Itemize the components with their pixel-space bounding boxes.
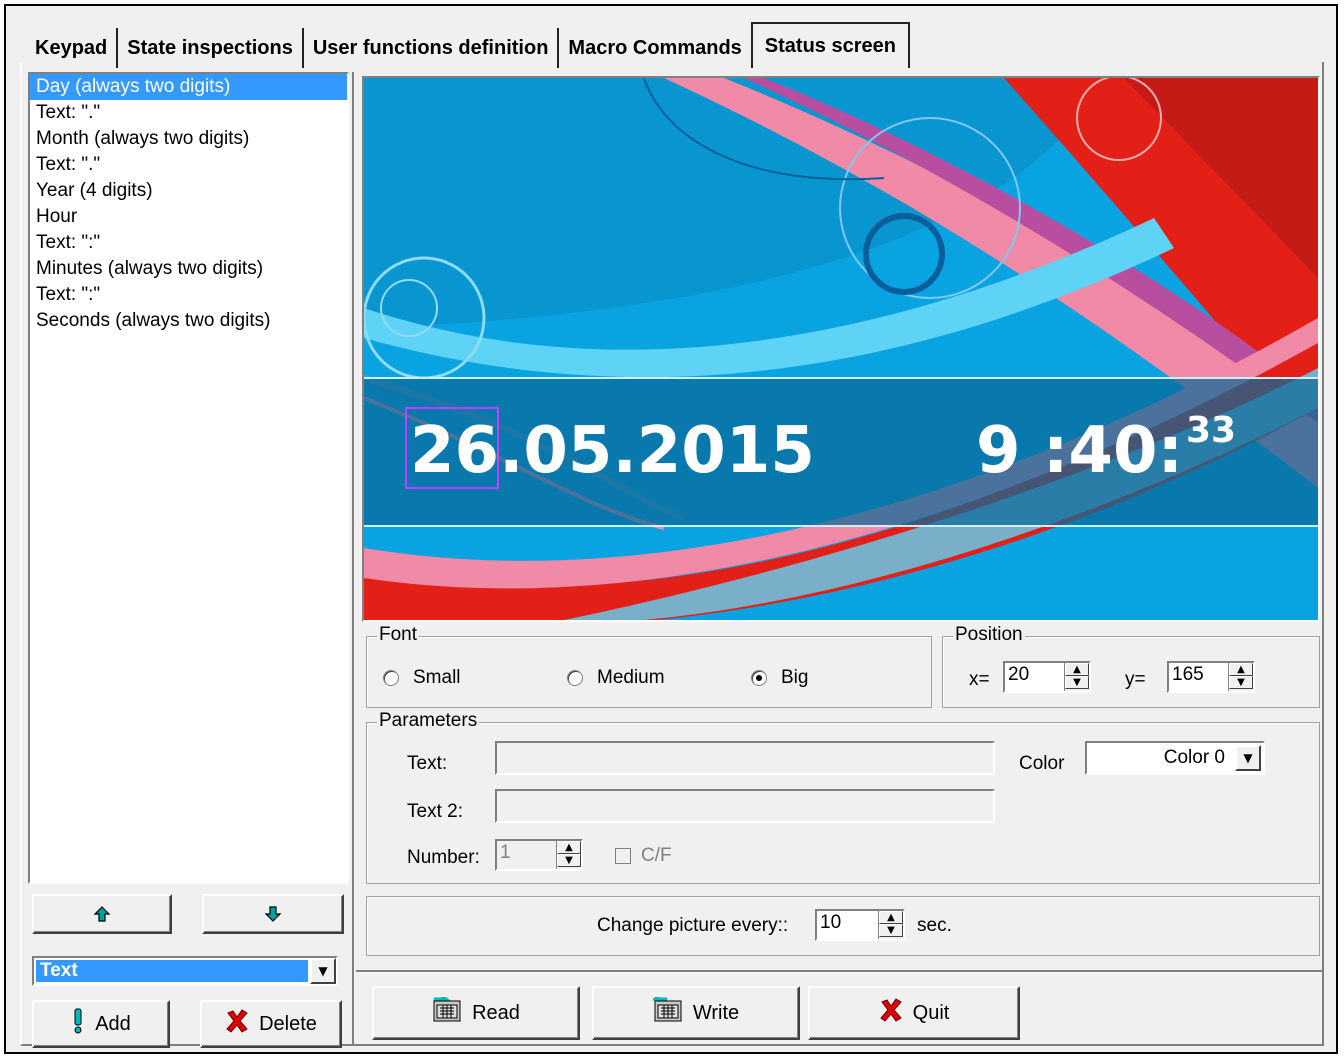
list-item[interactable]: Month (always two digits) bbox=[30, 126, 347, 152]
list-item[interactable]: Year (4 digits) bbox=[30, 178, 347, 204]
checkbox-box bbox=[615, 848, 631, 864]
spin-up-icon[interactable]: ▲ bbox=[879, 911, 903, 924]
chevron-down-icon[interactable]: ▼ bbox=[1235, 745, 1261, 771]
parameters-group: Parameters Text: Text 2: Number: 1 ▲ ▼ C/… bbox=[366, 710, 1320, 884]
write-button[interactable]: Write bbox=[592, 986, 800, 1040]
text2-label: Text 2: bbox=[407, 801, 463, 822]
font-big-label: Big bbox=[781, 667, 809, 688]
chevron-down-icon[interactable]: ▼ bbox=[310, 958, 336, 984]
y-value: 165 bbox=[1172, 664, 1204, 685]
tab-status-screen[interactable]: Status screen bbox=[750, 22, 910, 68]
text2-field[interactable] bbox=[495, 789, 995, 823]
read-button[interactable]: Read bbox=[372, 986, 580, 1040]
exclamation-icon bbox=[71, 1008, 85, 1040]
arrow-up-icon bbox=[93, 906, 111, 922]
delete-button[interactable]: Delete bbox=[200, 1000, 342, 1048]
spin-up-icon[interactable]: ▲ bbox=[1229, 663, 1253, 676]
read-device-icon bbox=[432, 994, 462, 1029]
element-list[interactable]: Day (always two digits) Text: "." Month … bbox=[28, 72, 349, 884]
parameters-legend: Parameters bbox=[377, 710, 480, 732]
x-value: 20 bbox=[1008, 664, 1030, 685]
text-label: Text: bbox=[407, 753, 448, 774]
cf-checkbox[interactable]: C/F bbox=[615, 845, 672, 867]
spin-down-icon[interactable]: ▼ bbox=[879, 924, 903, 937]
number-value: 1 bbox=[500, 842, 511, 863]
radio-circle bbox=[567, 670, 583, 686]
font-small-label: Small bbox=[413, 667, 461, 688]
font-legend: Font bbox=[377, 624, 420, 646]
number-stepper[interactable]: 1 ▲ ▼ bbox=[495, 839, 583, 871]
position-group: Position x= 20 ▲ ▼ y= 165 ▲ ▼ bbox=[942, 624, 1320, 708]
spin-arrows[interactable]: ▲ ▼ bbox=[1228, 663, 1253, 691]
color-label: Color bbox=[1019, 753, 1065, 774]
background-picture: 26.05.2015 9 :40: 33 bbox=[364, 78, 1318, 620]
list-item[interactable]: Text: ":" bbox=[30, 230, 347, 256]
font-group: Font Small Medium Big bbox=[366, 624, 932, 708]
list-item[interactable]: Hour bbox=[30, 204, 347, 230]
spin-arrows[interactable]: ▲ ▼ bbox=[1064, 663, 1089, 691]
divider bbox=[356, 970, 1322, 973]
spin-up-icon[interactable]: ▲ bbox=[557, 841, 581, 854]
number-label: Number: bbox=[407, 847, 480, 868]
spin-down-icon[interactable]: ▼ bbox=[1065, 676, 1089, 689]
x-label: x= bbox=[969, 669, 990, 690]
change-picture-label: Change picture every:: bbox=[597, 915, 789, 936]
delete-x-icon bbox=[225, 1009, 249, 1039]
preview-time: 9 :40: bbox=[976, 414, 1183, 488]
color-value: Color 0 bbox=[1163, 747, 1225, 768]
spin-up-icon[interactable]: ▲ bbox=[1065, 663, 1089, 676]
add-label: Add bbox=[95, 1012, 131, 1035]
seconds-unit-label: sec. bbox=[917, 915, 952, 936]
font-medium-label: Medium bbox=[597, 667, 665, 688]
font-small-radio[interactable]: Small bbox=[383, 667, 461, 689]
list-item[interactable]: Text: ":" bbox=[30, 282, 347, 308]
list-item[interactable]: Minutes (always two digits) bbox=[30, 256, 347, 282]
change-picture-stepper[interactable]: 10 ▲ ▼ bbox=[815, 909, 905, 941]
list-item[interactable]: Text: "." bbox=[30, 100, 347, 126]
y-label: y= bbox=[1125, 669, 1146, 690]
element-type-select[interactable]: Text ▼ bbox=[32, 956, 338, 986]
spin-down-icon[interactable]: ▼ bbox=[557, 854, 581, 867]
element-type-value: Text bbox=[36, 960, 308, 982]
quit-button[interactable]: Quit bbox=[808, 986, 1020, 1040]
move-down-button[interactable] bbox=[202, 894, 344, 934]
list-item[interactable]: Day (always two digits) bbox=[30, 74, 347, 100]
read-label: Read bbox=[472, 1001, 520, 1024]
x-stepper[interactable]: 20 ▲ ▼ bbox=[1003, 661, 1091, 693]
quit-x-icon bbox=[879, 998, 903, 1028]
status-screen-preview: 26.05.2015 9 :40: 33 bbox=[362, 76, 1320, 622]
y-stepper[interactable]: 165 ▲ ▼ bbox=[1167, 661, 1255, 693]
preview-seconds: 33 bbox=[1186, 410, 1236, 451]
write-device-icon bbox=[650, 994, 683, 1029]
spin-arrows[interactable]: ▲ ▼ bbox=[878, 911, 903, 939]
spin-down-icon[interactable]: ▼ bbox=[1229, 676, 1253, 689]
write-label: Write bbox=[692, 1001, 740, 1024]
preview-date: 26.05.2015 bbox=[410, 414, 815, 488]
radio-circle bbox=[383, 670, 399, 686]
vertical-divider bbox=[352, 72, 354, 1046]
change-picture-group: Change picture every:: 10 ▲ ▼ sec. bbox=[366, 896, 1320, 956]
radio-circle-selected bbox=[751, 670, 767, 686]
list-item[interactable]: Seconds (always two digits) bbox=[30, 308, 347, 334]
quit-label: Quit bbox=[912, 1001, 950, 1024]
arrow-down-icon bbox=[264, 906, 282, 922]
list-item[interactable]: Text: "." bbox=[30, 152, 347, 178]
font-big-radio[interactable]: Big bbox=[751, 667, 808, 689]
position-legend: Position bbox=[953, 624, 1025, 646]
color-select[interactable]: Color 0 ▼ bbox=[1085, 741, 1265, 775]
font-medium-radio[interactable]: Medium bbox=[567, 667, 665, 689]
delete-label: Delete bbox=[259, 1012, 317, 1035]
add-button[interactable]: Add bbox=[32, 1000, 170, 1048]
change-picture-value: 10 bbox=[820, 912, 842, 933]
cf-label: C/F bbox=[641, 845, 672, 866]
spin-arrows[interactable]: ▲ ▼ bbox=[556, 841, 581, 869]
text-field[interactable] bbox=[495, 741, 995, 775]
move-up-button[interactable] bbox=[32, 894, 172, 934]
